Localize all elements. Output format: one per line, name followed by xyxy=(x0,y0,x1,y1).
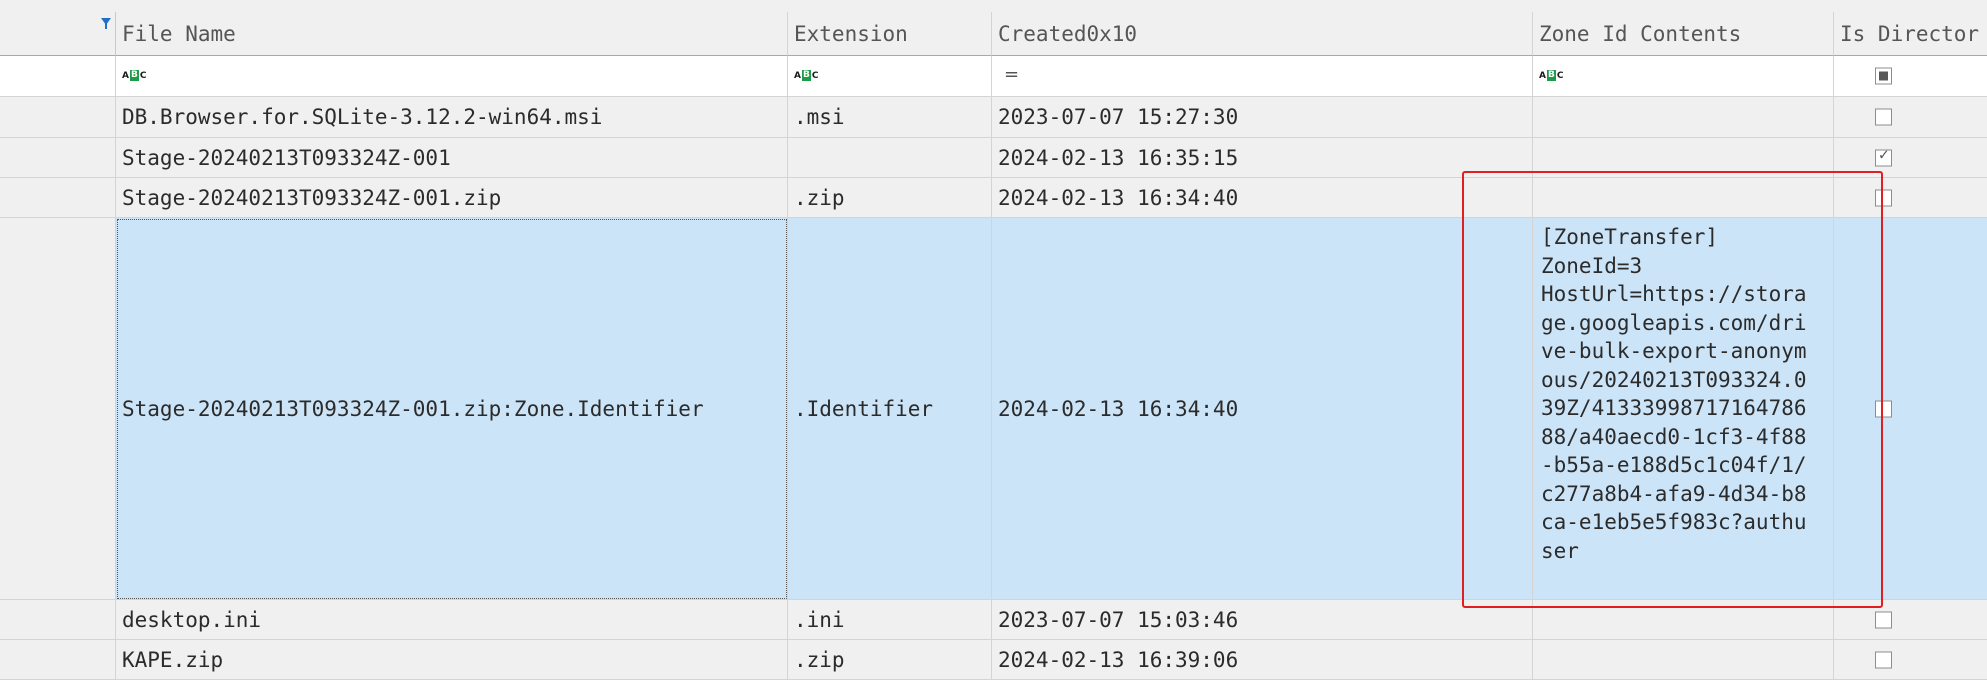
row-indicator[interactable] xyxy=(0,218,116,600)
column-header-created[interactable]: Created0x10 xyxy=(992,12,1533,56)
cell-file-name[interactable]: desktop.ini xyxy=(116,600,788,640)
text-filter-icon: ABC xyxy=(1539,70,1564,81)
table-row[interactable]: desktop.ini .ini 2023-07-07 15:03:46 xyxy=(0,600,1987,640)
filter-extension[interactable]: ABC xyxy=(788,56,992,97)
cell-file-name[interactable]: KAPE.zip xyxy=(116,640,788,680)
row-indicator[interactable] xyxy=(0,97,116,138)
cell-zone-id[interactable] xyxy=(1533,178,1834,218)
cell-file-name[interactable]: DB.Browser.for.SQLite-3.12.2-win64.msi xyxy=(116,97,788,138)
directory-checkbox-checked[interactable] xyxy=(1875,147,1892,166)
directory-checkbox[interactable] xyxy=(1875,189,1892,206)
table-row[interactable]: KAPE.zip .zip 2024-02-13 16:39:06 xyxy=(0,640,1987,680)
filter-created[interactable]: = xyxy=(992,56,1533,97)
cell-is-directory[interactable] xyxy=(1834,218,1987,600)
cell-created[interactable]: 2023-07-07 15:03:46 xyxy=(992,600,1533,640)
column-header-is-directory[interactable]: Is Director xyxy=(1834,12,1987,56)
row-indicator[interactable] xyxy=(0,178,116,218)
cell-zone-id[interactable] xyxy=(1533,97,1834,138)
cell-zone-id[interactable] xyxy=(1533,640,1834,680)
cell-zone-id[interactable]: [ZoneTransfer] ZoneId=3 HostUrl=https://… xyxy=(1533,218,1834,600)
text-filter-icon: ABC xyxy=(122,70,147,81)
cell-created[interactable]: 2023-07-07 15:27:30 xyxy=(992,97,1533,138)
row-indicator[interactable] xyxy=(0,138,116,178)
cell-file-name[interactable]: Stage-20240213T093324Z-001.zip xyxy=(116,178,788,218)
cell-created[interactable]: 2024-02-13 16:34:40 xyxy=(992,178,1533,218)
table-row[interactable]: Stage-20240213T093324Z-001 2024-02-13 16… xyxy=(0,138,1987,178)
cell-is-directory[interactable] xyxy=(1834,138,1987,178)
filter-is-directory[interactable] xyxy=(1834,56,1987,97)
column-header-extension[interactable]: Extension xyxy=(788,12,992,56)
zone-id-contents: [ZoneTransfer] ZoneId=3 HostUrl=https://… xyxy=(1541,225,1807,563)
cell-is-directory[interactable] xyxy=(1834,97,1987,138)
filter-icon[interactable] xyxy=(101,18,111,29)
cell-extension[interactable] xyxy=(788,138,992,178)
cell-extension[interactable]: .zip xyxy=(788,178,992,218)
column-header-file-name[interactable]: File Name xyxy=(116,12,788,56)
equals-filter-icon: = xyxy=(1004,64,1020,85)
directory-checkbox[interactable] xyxy=(1875,108,1892,126)
row-indicator-header[interactable] xyxy=(0,12,116,56)
cell-is-directory[interactable] xyxy=(1834,640,1987,680)
cell-file-name[interactable]: Stage-20240213T093324Z-001.zip:Zone.Iden… xyxy=(116,218,788,600)
directory-checkbox[interactable] xyxy=(1875,400,1892,417)
cell-created[interactable]: 2024-02-13 16:35:15 xyxy=(992,138,1533,178)
column-header-row: File Name Extension Created0x10 Zone Id … xyxy=(0,12,1987,56)
cell-zone-id[interactable] xyxy=(1533,138,1834,178)
cell-created[interactable]: 2024-02-13 16:39:06 xyxy=(992,640,1533,680)
filter-row: ABC ABC = ABC xyxy=(0,56,1987,97)
filter-checkbox[interactable] xyxy=(1875,67,1892,85)
directory-checkbox[interactable] xyxy=(1875,611,1892,628)
text-filter-icon: ABC xyxy=(794,70,819,81)
cell-created[interactable]: 2024-02-13 16:34:40 xyxy=(992,218,1533,600)
row-indicator[interactable] xyxy=(0,600,116,640)
cell-zone-id[interactable] xyxy=(1533,600,1834,640)
table-row[interactable]: DB.Browser.for.SQLite-3.12.2-win64.msi .… xyxy=(0,97,1987,138)
column-header-zone-id[interactable]: Zone Id Contents xyxy=(1533,12,1834,56)
cell-extension[interactable]: .zip xyxy=(788,640,992,680)
directory-checkbox[interactable] xyxy=(1875,651,1892,668)
cell-file-name[interactable]: Stage-20240213T093324Z-001 xyxy=(116,138,788,178)
cell-is-directory[interactable] xyxy=(1834,600,1987,640)
filter-row-indicator xyxy=(0,56,116,97)
row-indicator[interactable] xyxy=(0,640,116,680)
cell-extension[interactable]: .msi xyxy=(788,97,992,138)
cell-is-directory[interactable] xyxy=(1834,178,1987,218)
filter-file-name[interactable]: ABC xyxy=(116,56,788,97)
cell-extension[interactable]: .ini xyxy=(788,600,992,640)
cell-extension[interactable]: .Identifier xyxy=(788,218,992,600)
table-row-selected[interactable]: Stage-20240213T093324Z-001.zip:Zone.Iden… xyxy=(0,218,1987,600)
filter-zone-id[interactable]: ABC xyxy=(1533,56,1834,97)
table-row[interactable]: Stage-20240213T093324Z-001.zip .zip 2024… xyxy=(0,178,1987,218)
